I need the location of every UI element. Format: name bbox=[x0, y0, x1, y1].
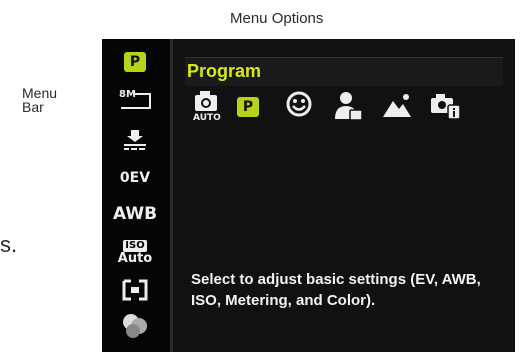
mode-description: Select to adjust basic settings (EV, AWB… bbox=[191, 271, 481, 309]
camera-screen: P 8M 0EV AWB ISO Auto Program AUTO P Sel… bbox=[102, 39, 515, 352]
scene-info-mode-icon bbox=[431, 94, 461, 120]
menu-bar-annotation-line1: Menu bbox=[22, 85, 58, 101]
smile-mode-option[interactable] bbox=[285, 89, 319, 127]
menu-options-panel: Program AUTO P Select to adjust basic se… bbox=[173, 39, 515, 352]
ev-icon: 0EV bbox=[119, 170, 151, 186]
smile-mode-icon bbox=[286, 91, 312, 117]
portrait-mode-icon bbox=[335, 92, 363, 121]
menu-bar-annotation: Menu Bar bbox=[22, 86, 57, 114]
program-mode-option[interactable]: P bbox=[237, 89, 271, 127]
auto-mode-option[interactable]: AUTO bbox=[191, 89, 225, 127]
sidebar-item-iso[interactable]: ISO Auto bbox=[111, 235, 159, 271]
iso-auto-icon-bottom: Auto bbox=[117, 251, 153, 266]
auto-mode-label: AUTO bbox=[193, 113, 221, 123]
quality-icon bbox=[124, 130, 146, 150]
metering-icon bbox=[122, 279, 148, 301]
sidebar-item-metering[interactable] bbox=[111, 275, 159, 305]
sidebar-item-program[interactable]: P bbox=[111, 47, 159, 77]
program-mode-label: P bbox=[129, 54, 141, 70]
sidebar-item-quality[interactable] bbox=[111, 125, 159, 155]
sidebar-item-ev[interactable]: 0EV bbox=[111, 163, 159, 193]
menu-options-annotation: Menu Options bbox=[230, 10, 324, 27]
mode-title-bar: Program bbox=[185, 57, 503, 86]
landscape-mode-icon bbox=[383, 94, 411, 117]
sidebar-item-image-size[interactable]: 8M bbox=[111, 85, 159, 115]
mode-icon-row: AUTO P bbox=[191, 89, 503, 129]
image-size-icon: 8M bbox=[119, 89, 151, 111]
mode-title: Program bbox=[187, 61, 262, 81]
program-mode-icon: P bbox=[124, 52, 146, 72]
color-icon bbox=[123, 314, 147, 338]
menu-bar: P 8M 0EV AWB ISO Auto bbox=[102, 39, 170, 352]
sidebar-item-color[interactable] bbox=[111, 311, 159, 341]
program-mode-icon: P bbox=[237, 97, 259, 117]
scene-info-mode-option[interactable] bbox=[429, 89, 463, 127]
menu-bar-annotation-line2: Bar bbox=[22, 99, 44, 115]
program-mode-badge-label: P bbox=[242, 99, 254, 115]
text-fragment: s. bbox=[0, 232, 18, 257]
landscape-mode-option[interactable] bbox=[381, 89, 415, 127]
portrait-mode-option[interactable] bbox=[333, 89, 367, 127]
awb-icon: AWB bbox=[112, 204, 158, 224]
sidebar-item-awb[interactable]: AWB bbox=[111, 199, 159, 229]
